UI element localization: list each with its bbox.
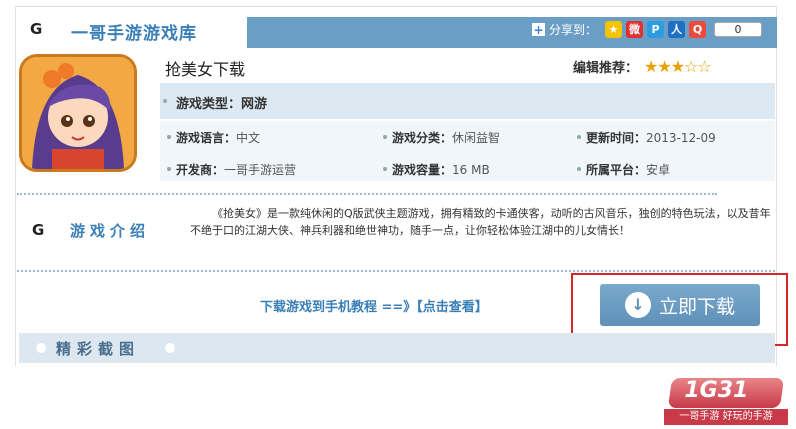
star-icon: ★ xyxy=(670,57,685,76)
game-type-label: 游戏类型： xyxy=(176,97,242,112)
share-count: 0 xyxy=(714,22,762,37)
header-tab: 一哥手游游戏库 xyxy=(57,14,247,48)
share-plus-icon[interactable]: + xyxy=(531,23,545,36)
info-category: 游戏分类：休闲益智 xyxy=(383,129,500,146)
star-icon: ★ xyxy=(657,57,671,76)
watermark-logo: 1G31 xyxy=(667,378,785,408)
download-button[interactable]: ↓ 立即下载 xyxy=(600,284,760,326)
weibo-icon[interactable]: 微 xyxy=(626,21,643,38)
download-button-label: 立即下载 xyxy=(658,295,735,318)
site-watermark: 1G31 一哥手游 好玩的手游 xyxy=(664,378,788,426)
screenshots-label: 精彩截图 xyxy=(56,340,141,358)
download-arrow-icon: ↓ xyxy=(624,292,651,318)
intro-text: 《抢美女》是一款纯休闲的Q版武侠主题游戏，拥有精致的卡通侠客，动听的古风音乐，独… xyxy=(190,207,771,237)
editor-rating: 编辑推荐： ★★★☆☆ xyxy=(573,57,712,76)
pengyou-icon[interactable]: P xyxy=(647,21,664,38)
info-updated: 更新时间：2013-12-09 xyxy=(577,129,716,146)
game-type-row: 游戏类型：网游 xyxy=(160,83,775,119)
section-divider xyxy=(17,193,717,195)
tencent-weibo-icon[interactable]: Q xyxy=(689,21,706,38)
intro-heading: 游戏介绍 xyxy=(70,222,151,240)
star-empty-icon: ☆ xyxy=(684,57,698,76)
info-language: 游戏语言：中文 xyxy=(167,129,260,146)
game-type-value: 网游 xyxy=(241,97,268,112)
game-type: 游戏类型：网游 xyxy=(176,93,267,112)
circle-icon xyxy=(36,343,46,353)
game-name: 抢美女下载 xyxy=(165,60,246,79)
info-developer: 开发商：一哥手游运营 xyxy=(167,161,296,178)
circle-icon xyxy=(165,343,175,353)
library-header: G 一哥手游游戏库 + 分享到： ★ 微 P 人 Q 0 xyxy=(15,14,777,48)
download-tutorial-link[interactable]: 下载游戏到手机教程 ==》【点击查看】 xyxy=(260,296,488,315)
game-info-grid: 游戏语言：中文 游戏分类：休闲益智 更新时间：2013-12-09 开发商：一哥… xyxy=(160,121,775,181)
bullet-dot xyxy=(163,99,167,103)
info-size: 游戏容量：16 MB xyxy=(383,161,490,178)
renren-icon[interactable]: 人 xyxy=(668,21,685,38)
g-logo-icon: G xyxy=(30,20,43,38)
star-empty-icon: ☆ xyxy=(697,57,711,76)
game-icon xyxy=(19,54,137,172)
share-label: 分享到： xyxy=(548,23,597,37)
share-bar: + 分享到： ★ 微 P 人 Q 0 xyxy=(531,21,762,38)
rating-stars: ★★★☆☆ xyxy=(644,57,712,76)
star-icon: ★ xyxy=(644,57,658,76)
watermark-slogan: 一哥手游 好玩的手游 xyxy=(664,409,788,425)
screenshots-header: 精彩截图 xyxy=(19,333,775,363)
library-title: 一哥手游游戏库 xyxy=(71,24,197,44)
info-platform: 所属平台：安卓 xyxy=(577,161,670,178)
section-divider xyxy=(17,270,775,272)
rating-label: 编辑推荐： xyxy=(573,61,639,76)
g-logo-icon: G xyxy=(32,221,45,239)
qzone-icon[interactable]: ★ xyxy=(605,21,622,38)
